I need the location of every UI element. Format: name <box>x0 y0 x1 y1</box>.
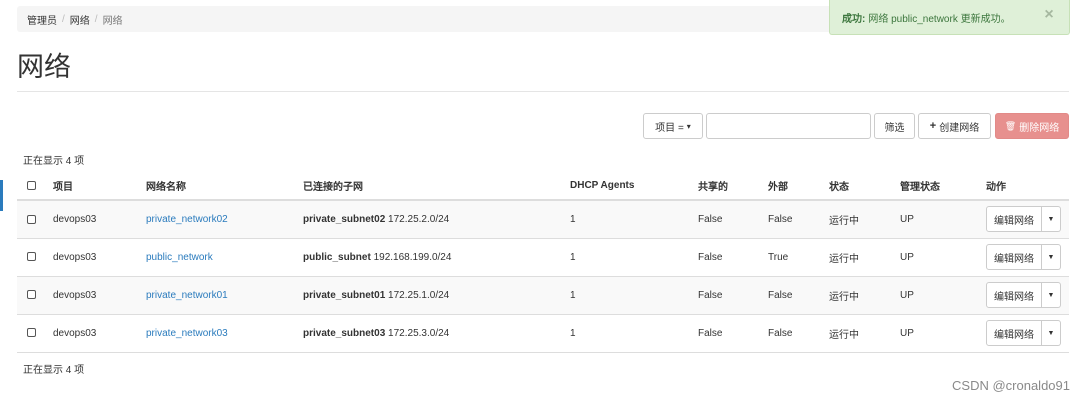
shared-cell: False <box>698 238 768 277</box>
success-alert: 成功: 网络 public_network 更新成功。 × <box>829 0 1070 35</box>
subnet-name: private_subnet03 <box>303 327 386 339</box>
chevron-down-icon[interactable]: ▼ <box>1042 282 1061 308</box>
column-header-external[interactable]: 外部 <box>768 172 829 201</box>
breadcrumb-item-admin[interactable]: 管理员 <box>27 12 57 27</box>
close-icon[interactable]: × <box>1043 7 1055 23</box>
breadcrumb-item-current: 网络 <box>102 15 123 27</box>
chevron-down-icon[interactable]: ▼ <box>1042 320 1061 346</box>
external-cell: False <box>768 276 829 315</box>
filter-input[interactable] <box>706 113 871 139</box>
alert-message: 网络 public_network 更新成功。 <box>868 13 1011 25</box>
select-all-checkbox[interactable] <box>27 180 36 190</box>
row-checkbox[interactable] <box>27 328 36 338</box>
subnet-name: private_subnet01 <box>303 289 386 301</box>
chevron-down-icon[interactable]: ▼ <box>1042 244 1061 270</box>
column-header-subnets[interactable]: 已连接的子网 <box>303 172 570 201</box>
column-header-shared[interactable]: 共享的 <box>698 172 768 201</box>
admin-state-cell: UP <box>900 276 986 315</box>
delete-networks-button[interactable]: 🗑 删除网络 <box>995 113 1069 139</box>
column-header-actions: 动作 <box>986 172 1069 201</box>
subnet-cell: private_subnet02 172.25.2.0/24 <box>303 200 570 239</box>
row-actions: 编辑网络 ▼ <box>986 206 1061 233</box>
project-cell: devops03 <box>53 238 146 277</box>
subnet-cell: private_subnet03 172.25.3.0/24 <box>303 314 570 353</box>
dhcp-agents-cell: 1 <box>570 276 698 315</box>
alert-strong: 成功: <box>842 13 866 25</box>
network-name-link[interactable]: private_network02 <box>146 214 228 225</box>
filter-field-label: 项目 = <box>655 122 684 134</box>
row-actions: 编辑网络 ▼ <box>986 244 1061 270</box>
external-cell: False <box>768 314 829 353</box>
edit-network-button[interactable]: 编辑网络 <box>986 206 1042 233</box>
row-actions: 编辑网络 ▼ <box>986 320 1061 346</box>
shared-cell: False <box>698 276 768 315</box>
dhcp-agents-cell: 1 <box>570 314 698 353</box>
status-cell: 运行中 <box>829 200 900 239</box>
status-cell: 运行中 <box>829 238 900 277</box>
project-cell: devops03 <box>53 276 146 315</box>
subnet-name: public_subnet <box>303 251 371 263</box>
column-header-project[interactable]: 项目 <box>53 172 146 201</box>
edit-network-button[interactable]: 编辑网络 <box>986 244 1042 270</box>
table-row: devops03 private_network01 private_subne… <box>17 276 1069 315</box>
subnet-cidr: 172.25.1.0/24 <box>388 289 450 301</box>
edit-network-button[interactable]: 编辑网络 <box>986 320 1042 346</box>
networks-table: 项目 网络名称 已连接的子网 DHCP Agents 共享的 外部 状态 管理状… <box>17 172 1069 353</box>
create-network-button[interactable]: + 创建网络 <box>918 113 991 139</box>
project-cell: devops03 <box>53 314 146 353</box>
delete-networks-label: 删除网络 <box>1019 122 1060 134</box>
trash-icon: 🗑 <box>1004 120 1017 131</box>
dhcp-agents-cell: 1 <box>570 238 698 277</box>
item-count-top: 正在显示 4 项 <box>23 156 85 167</box>
subnet-cidr: 172.25.2.0/24 <box>388 213 450 225</box>
create-network-label: 创建网络 <box>939 122 980 134</box>
subnet-cidr: 172.25.3.0/24 <box>388 327 450 339</box>
edit-network-button[interactable]: 编辑网络 <box>986 282 1042 308</box>
external-cell: False <box>768 200 829 239</box>
row-checkbox[interactable] <box>27 252 36 262</box>
page-title: 网络 <box>17 52 71 82</box>
admin-state-cell: UP <box>900 314 986 353</box>
column-header-status[interactable]: 状态 <box>829 172 900 201</box>
watermark: CSDN @cronaldo91 <box>952 378 1070 393</box>
filter-field-dropdown[interactable]: 项目 = ▾ <box>643 113 703 139</box>
title-divider <box>17 91 1069 92</box>
admin-state-cell: UP <box>900 238 986 277</box>
column-header-admin-state[interactable]: 管理状态 <box>900 172 986 201</box>
breadcrumb-item-network-panel[interactable]: 网络 <box>70 12 90 27</box>
column-header-dhcp-agents[interactable]: DHCP Agents <box>570 172 698 201</box>
column-header-name[interactable]: 网络名称 <box>146 172 303 201</box>
caret-down-icon: ▾ <box>686 121 691 131</box>
breadcrumb-separator: / <box>62 13 65 25</box>
network-name-link[interactable]: public_network <box>146 252 213 263</box>
network-name-link[interactable]: private_network01 <box>146 290 228 301</box>
subnet-cidr: 192.168.199.0/24 <box>373 251 452 263</box>
dhcp-agents-cell: 1 <box>570 200 698 239</box>
shared-cell: False <box>698 314 768 353</box>
table-row: devops03 private_network02 private_subne… <box>17 200 1069 239</box>
row-checkbox[interactable] <box>27 214 36 224</box>
subnet-name: private_subnet02 <box>303 213 386 225</box>
row-actions: 编辑网络 ▼ <box>986 282 1061 308</box>
plus-icon: + <box>929 120 937 132</box>
table-header-row: 项目 网络名称 已连接的子网 DHCP Agents 共享的 外部 状态 管理状… <box>17 172 1069 201</box>
status-cell: 运行中 <box>829 314 900 353</box>
project-cell: devops03 <box>53 200 146 239</box>
scroll-marker <box>0 180 3 211</box>
subnet-cell: private_subnet01 172.25.1.0/24 <box>303 276 570 315</box>
external-cell: True <box>768 238 829 277</box>
item-count-bottom: 正在显示 4 项 <box>23 365 85 376</box>
status-cell: 运行中 <box>829 276 900 315</box>
network-name-link[interactable]: private_network03 <box>146 328 228 339</box>
row-checkbox[interactable] <box>27 290 36 300</box>
table-row: devops03 private_network03 private_subne… <box>17 314 1069 353</box>
shared-cell: False <box>698 200 768 239</box>
admin-state-cell: UP <box>900 200 986 239</box>
filter-button[interactable]: 筛选 <box>874 113 915 139</box>
table-row: devops03 public_network public_subnet 19… <box>17 238 1069 277</box>
chevron-down-icon[interactable]: ▼ <box>1042 206 1061 233</box>
subnet-cell: public_subnet 192.168.199.0/24 <box>303 238 570 277</box>
breadcrumb-separator: / <box>94 13 98 25</box>
